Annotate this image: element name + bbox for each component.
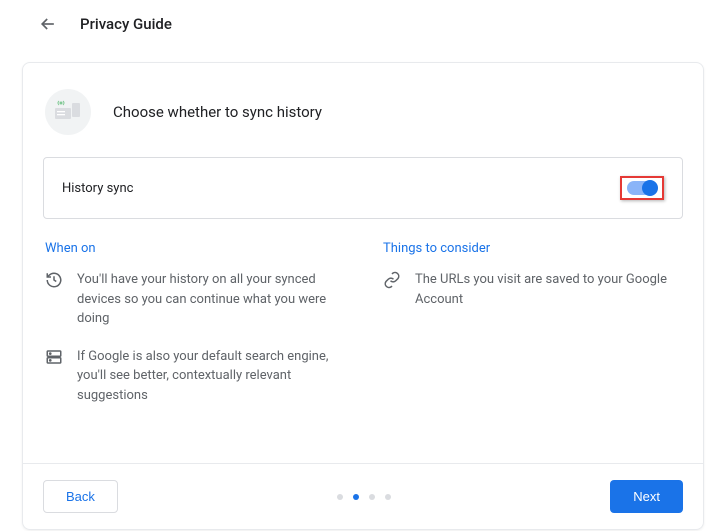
toggle-highlight [620,176,664,200]
next-button[interactable]: Next [610,480,683,513]
history-clock-icon [45,271,63,329]
step-dot [369,494,375,500]
when-on-column: When on You'll have your history on all … [45,241,343,423]
privacy-card: Choose whether to sync history History s… [22,62,704,530]
page-title: Privacy Guide [80,15,172,33]
step-dot-active [353,494,359,500]
step-dots [337,494,391,500]
when-on-title: When on [45,241,343,256]
hero-title: Choose whether to sync history [113,103,322,121]
consider-title: Things to consider [383,241,681,256]
info-columns: When on You'll have your history on all … [23,219,703,433]
history-sync-toggle[interactable] [627,181,657,195]
toggle-knob [642,180,658,196]
back-button[interactable]: Back [43,480,118,513]
history-sync-setting-row: History sync [43,157,683,219]
consider-column: Things to consider The URLs you visit ar… [383,241,681,423]
step-dot [385,494,391,500]
setting-label: History sync [62,181,133,196]
bullet-text: You'll have your history on all your syn… [77,270,343,329]
footer: Back Next [23,463,703,529]
link-icon [383,271,401,309]
list-item: If Google is also your default search en… [45,347,343,406]
list-item: The URLs you visit are saved to your Goo… [383,270,681,309]
bullet-text: If Google is also your default search en… [77,347,343,406]
server-icon [45,348,63,406]
back-arrow-icon[interactable] [38,14,58,34]
step-dot [337,494,343,500]
bullet-text: The URLs you visit are saved to your Goo… [415,270,681,309]
header: Privacy Guide [0,0,726,48]
hero: Choose whether to sync history [23,63,703,157]
list-item: You'll have your history on all your syn… [45,270,343,329]
devices-sync-icon [45,89,91,135]
